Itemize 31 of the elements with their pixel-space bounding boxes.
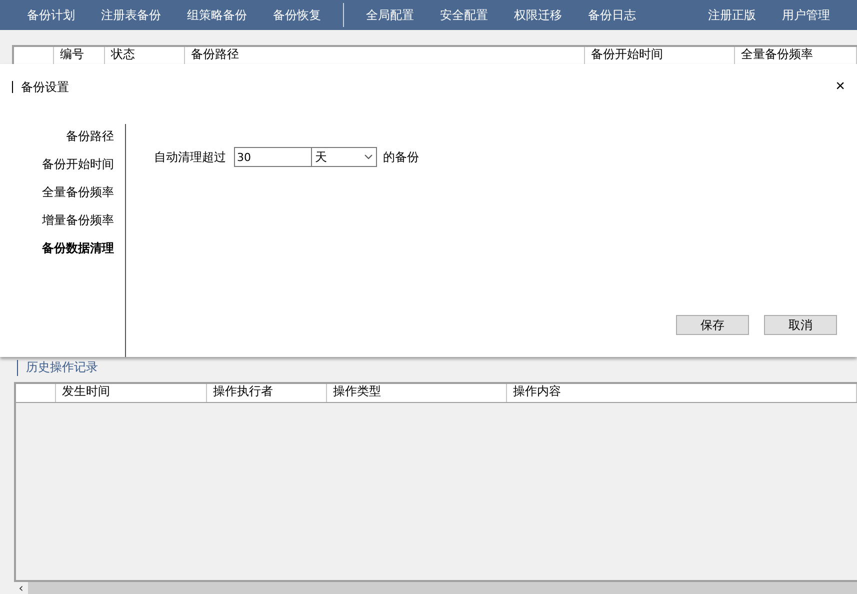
column-header: 发生时间 <box>56 384 207 402</box>
nav-item[interactable]: 备份恢复 <box>260 6 334 24</box>
settings-nav-item[interactable]: 全量备份频率 <box>42 184 114 201</box>
settings-nav-item[interactable]: 备份路径 <box>66 128 114 145</box>
dialog-title: 备份设置 <box>12 81 69 93</box>
nav-item[interactable]: 全局配置 <box>353 6 427 24</box>
nav-item[interactable]: 注册正版 <box>695 6 769 24</box>
settings-nav-item[interactable]: 备份数据清理 <box>42 240 114 257</box>
column-header: 操作类型 <box>327 384 507 402</box>
nav-item[interactable]: 安全配置 <box>427 6 501 24</box>
horizontal-scrollbar[interactable]: ‹ <box>14 582 857 594</box>
field-suffix: 的备份 <box>383 148 419 166</box>
field-label: 自动清理超过 <box>154 148 226 166</box>
section-title: 历史操作记录 <box>17 360 98 376</box>
save-button[interactable]: 保存 <box>676 315 749 335</box>
days-input[interactable]: 30 <box>234 147 312 167</box>
nav-item[interactable]: 组策略备份 <box>174 6 260 24</box>
settings-nav-item[interactable]: 备份开始时间 <box>42 156 114 173</box>
nav-item[interactable]: 注册表备份 <box>88 6 174 24</box>
scroll-left-button[interactable]: ‹ <box>14 582 28 594</box>
nav-item[interactable]: 备份日志 <box>575 6 649 24</box>
cancel-button[interactable]: 取消 <box>764 315 837 335</box>
nav-item[interactable]: 用户管理 <box>769 6 843 24</box>
nav-item[interactable]: 权限迁移 <box>501 6 575 24</box>
chevron-down-icon <box>364 154 373 160</box>
close-button[interactable]: × <box>832 79 849 95</box>
column-header: 操作执行者 <box>207 384 327 402</box>
settings-nav-item[interactable]: 增量备份频率 <box>42 212 114 229</box>
unit-dropdown[interactable]: 天 <box>312 147 377 167</box>
nav-item[interactable]: 备份计划 <box>14 6 88 24</box>
column-header: 操作内容 <box>507 384 857 402</box>
